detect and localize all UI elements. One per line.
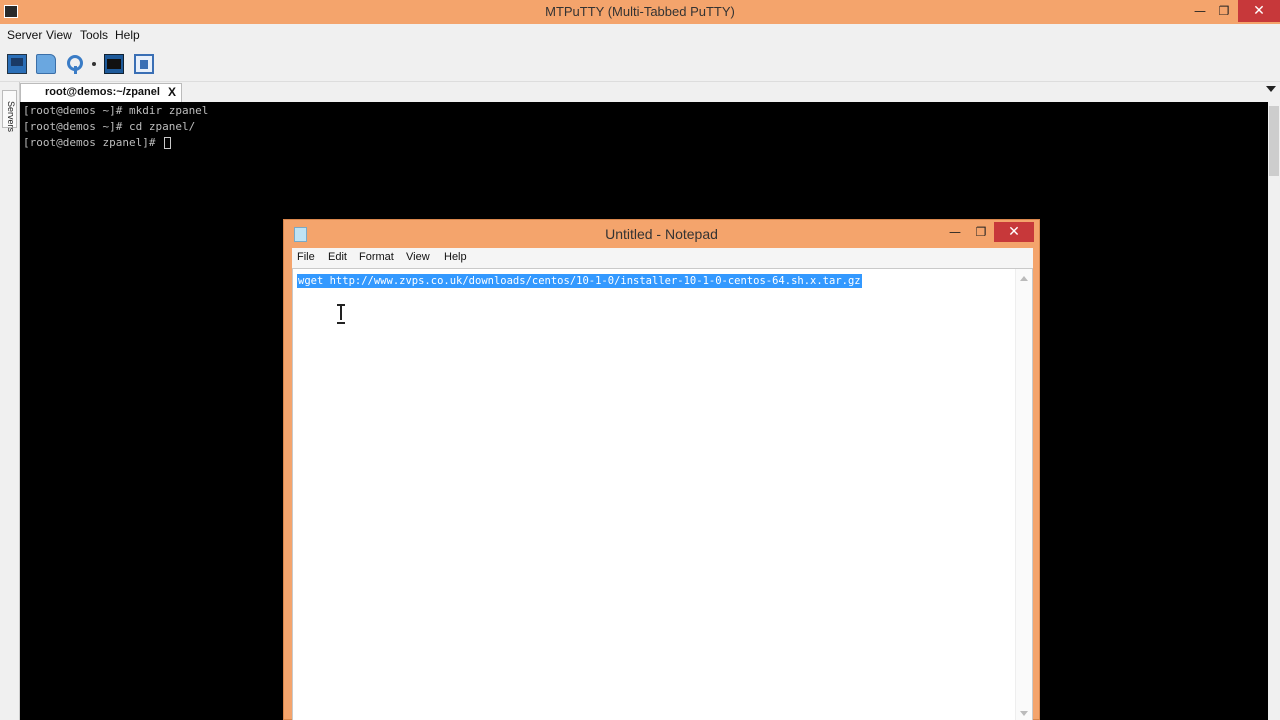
close-button[interactable]: ✕ bbox=[1238, 0, 1280, 22]
notepad-scrollbar[interactable] bbox=[1015, 269, 1032, 720]
tab-scroll-down-icon[interactable] bbox=[1266, 86, 1276, 92]
window-title: MTPuTTY (Multi-Tabbed PuTTY) bbox=[545, 4, 735, 19]
toolbar bbox=[0, 46, 1280, 82]
scrollbar-thumb[interactable] bbox=[1269, 106, 1279, 176]
terminal-prompt: [root@demos zpanel]# bbox=[23, 136, 163, 149]
notepad-minimize-button[interactable]: — bbox=[944, 222, 966, 242]
notepad-menu-file[interactable]: File bbox=[297, 251, 315, 263]
notepad-menu-edit[interactable]: Edit bbox=[328, 251, 347, 263]
scroll-up-icon[interactable] bbox=[1020, 276, 1028, 281]
tab-close-icon[interactable]: X bbox=[168, 84, 176, 101]
terminal-line: [root@demos ~]# cd zpanel/ bbox=[23, 120, 196, 133]
terminal-line: [root@demos ~]# mkdir zpanel bbox=[23, 104, 209, 117]
tab-root-zpanel[interactable]: root@demos:~/zpanel X bbox=[20, 83, 182, 102]
menu-server[interactable]: Server bbox=[7, 28, 42, 42]
servers-tab[interactable]: Servers bbox=[2, 90, 17, 132]
terminal-scrollbar[interactable] bbox=[1268, 102, 1280, 720]
servers-label: Servers bbox=[6, 101, 16, 133]
mtputty-titlebar[interactable]: MTPuTTY (Multi-Tabbed PuTTY) — ❐ ✕ bbox=[0, 0, 1280, 24]
notepad-title: Untitled - Notepad bbox=[605, 226, 718, 242]
terminal-cursor bbox=[164, 137, 172, 149]
document-icon[interactable] bbox=[134, 54, 154, 74]
desktop: MTPuTTY (Multi-Tabbed PuTTY) — ❐ ✕ Serve… bbox=[0, 0, 1280, 720]
notepad-menu-help[interactable]: Help bbox=[444, 251, 467, 263]
notepad-titlebar[interactable]: Untitled - Notepad — ❐ ✕ bbox=[284, 220, 1039, 248]
notepad-maximize-button[interactable]: ❐ bbox=[970, 222, 992, 242]
scroll-down-icon[interactable] bbox=[1020, 711, 1028, 716]
minimize-button[interactable]: — bbox=[1190, 0, 1210, 22]
notepad-close-button[interactable]: ✕ bbox=[994, 222, 1034, 242]
notepad-window: Untitled - Notepad — ❐ ✕ File Edit Forma… bbox=[283, 219, 1040, 720]
maximize-button[interactable]: ❐ bbox=[1214, 0, 1234, 22]
find-icon[interactable] bbox=[66, 54, 83, 74]
menu-view[interactable]: View bbox=[46, 28, 72, 42]
notepad-menu-view[interactable]: View bbox=[406, 251, 430, 263]
terminal-prompt-line: [root@demos zpanel]# bbox=[23, 136, 172, 149]
ibeam-cursor-icon bbox=[337, 304, 345, 324]
notepad-menubar: File Edit Format View Help bbox=[292, 248, 1033, 268]
notepad-menu-format[interactable]: Format bbox=[359, 251, 394, 263]
menu-help[interactable]: Help bbox=[115, 28, 140, 42]
servers-panel: Servers bbox=[0, 82, 20, 720]
menu-tools[interactable]: Tools bbox=[80, 28, 108, 42]
tab-bar: root@demos:~/zpanel X bbox=[0, 82, 1280, 102]
selected-text[interactable]: wget http://www.zvps.co.uk/downloads/cen… bbox=[297, 274, 862, 288]
separator-dot-icon bbox=[92, 62, 96, 66]
notepad-text-area[interactable]: wget http://www.zvps.co.uk/downloads/cen… bbox=[292, 268, 1033, 720]
open-folder-icon[interactable] bbox=[36, 54, 56, 74]
tab-label: root@demos:~/zpanel bbox=[45, 86, 160, 98]
terminal-icon[interactable] bbox=[104, 54, 124, 74]
menubar: Server View Tools Help bbox=[0, 24, 1280, 46]
connect-icon[interactable] bbox=[7, 54, 27, 74]
